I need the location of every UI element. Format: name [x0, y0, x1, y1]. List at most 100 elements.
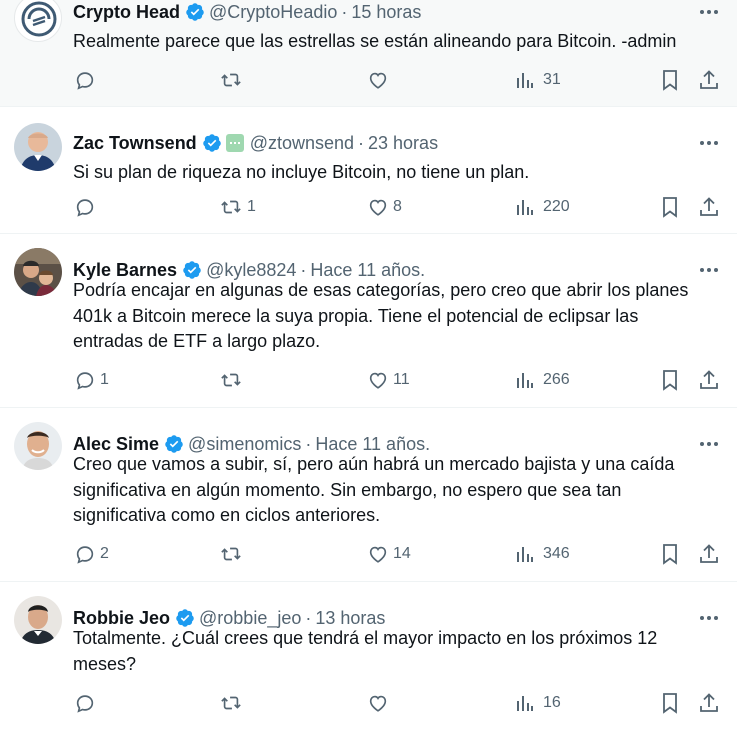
- share-button[interactable]: [698, 367, 720, 393]
- bookmark-icon: [663, 370, 677, 391]
- reply-button[interactable]: 2: [74, 541, 109, 567]
- views-chart-icon: [517, 547, 533, 562]
- more-options-icon[interactable]: [699, 133, 719, 153]
- heart-icon: [369, 695, 387, 712]
- views-chart-icon: [517, 373, 533, 388]
- tweet-text: Realmente parece que las estrellas se es…: [73, 31, 677, 51]
- views-button[interactable]: 31: [515, 67, 561, 93]
- views-button[interactable]: 346: [515, 541, 570, 567]
- kyle-photo-icon: [14, 248, 62, 296]
- reply-button[interactable]: [74, 690, 100, 716]
- retweet-count: 1: [247, 198, 256, 215]
- retweet-icon: [221, 547, 241, 561]
- tweet-text: Creo que vamos a subir, sí, pero aún hab…: [73, 454, 680, 525]
- avatar[interactable]: [14, 0, 62, 42]
- views-count: 266: [543, 371, 570, 388]
- like-button[interactable]: [367, 690, 393, 716]
- retweet-button[interactable]: [219, 541, 247, 567]
- views-button[interactable]: 266: [515, 367, 570, 393]
- reply-button[interactable]: 1: [74, 367, 109, 393]
- share-button[interactable]: [698, 67, 720, 93]
- robbie-photo-icon: [14, 596, 62, 644]
- bookmark-icon: [663, 197, 677, 218]
- tweet-text: Si su plan de riqueza no incluye Bitcoin…: [73, 162, 530, 182]
- tweet[interactable]: Zac Townsend @ztownsend · 23 horas Si su…: [0, 107, 737, 234]
- views-button[interactable]: 16: [515, 690, 561, 716]
- verified-badge-icon: [182, 260, 202, 280]
- views-count: 16: [543, 694, 561, 711]
- reply-icon: [76, 72, 94, 90]
- tweet-text: Totalmente. ¿Cuál crees que tendrá el ma…: [73, 628, 663, 674]
- share-icon: [700, 197, 718, 216]
- reply-icon: [76, 199, 94, 217]
- retweet-button[interactable]: [219, 367, 247, 393]
- like-button[interactable]: [367, 67, 393, 93]
- timestamp[interactable]: 23 horas: [368, 133, 438, 154]
- tweet[interactable]: Crypto Head @CryptoHeadio · 15 horas Rea…: [0, 0, 737, 107]
- share-icon: [700, 370, 718, 389]
- reply-button[interactable]: [74, 194, 100, 220]
- verified-badge-icon: [175, 608, 195, 628]
- retweet-icon: [221, 73, 241, 87]
- verified-badge-icon: [202, 133, 222, 153]
- views-count: 346: [543, 545, 570, 562]
- bookmark-button[interactable]: [660, 67, 680, 93]
- retweet-button[interactable]: [219, 67, 247, 93]
- reply-count: 1: [100, 371, 109, 388]
- share-button[interactable]: [698, 194, 720, 220]
- reply-count: 2: [100, 545, 109, 562]
- author-name[interactable]: Zac Townsend: [73, 133, 197, 154]
- separator-dot: ·: [341, 1, 348, 22]
- heart-icon: [369, 199, 387, 216]
- views-button[interactable]: 220: [515, 194, 570, 220]
- bookmark-icon: [663, 544, 677, 565]
- timestamp[interactable]: 15 horas: [351, 2, 421, 23]
- avatar[interactable]: [14, 596, 62, 644]
- heart-icon: [369, 546, 387, 563]
- crypto-head-logo-icon: [21, 1, 57, 37]
- tweet-text: Podría encajar en algunas de esas catego…: [73, 280, 694, 351]
- tweet[interactable]: Robbie Jeo @robbie_jeo · 13 horas Totalm…: [0, 582, 737, 729]
- bookmark-button[interactable]: [660, 541, 680, 567]
- share-icon: [700, 693, 718, 712]
- author-name[interactable]: Crypto Head: [73, 2, 180, 23]
- like-count: 11: [393, 371, 410, 388]
- like-count: 14: [393, 545, 411, 562]
- retweet-icon: [221, 200, 241, 214]
- more-options-icon[interactable]: [699, 260, 719, 280]
- heart-icon: [369, 372, 387, 389]
- views-chart-icon: [517, 73, 533, 88]
- verified-badge-icon: [164, 434, 184, 454]
- avatar[interactable]: [14, 248, 62, 296]
- like-button[interactable]: 14: [367, 541, 411, 567]
- more-options-icon[interactable]: [699, 2, 719, 22]
- share-button[interactable]: [698, 541, 720, 567]
- separator-dot: ·: [358, 132, 365, 153]
- bookmark-button[interactable]: [660, 690, 680, 716]
- author-handle[interactable]: @ztownsend: [250, 133, 354, 154]
- views-chart-icon: [517, 696, 533, 711]
- retweet-button[interactable]: 1: [219, 194, 256, 220]
- reply-button[interactable]: [74, 67, 100, 93]
- affiliate-badge-icon[interactable]: [225, 134, 244, 152]
- avatar[interactable]: [14, 123, 62, 171]
- more-options-icon[interactable]: [699, 608, 719, 628]
- bookmark-button[interactable]: [660, 367, 680, 393]
- avatar[interactable]: [14, 422, 62, 470]
- bookmark-icon: [663, 70, 677, 91]
- heart-icon: [369, 72, 387, 89]
- retweet-icon: [221, 696, 241, 710]
- tweet[interactable]: Alec Sime @simenomics · Hace 11 años. Cr…: [0, 408, 737, 582]
- views-count: 31: [543, 71, 561, 88]
- retweet-button[interactable]: [219, 690, 247, 716]
- reply-icon: [76, 546, 94, 564]
- reply-icon: [76, 695, 94, 713]
- share-button[interactable]: [698, 690, 720, 716]
- more-options-icon[interactable]: [699, 434, 719, 454]
- bookmark-button[interactable]: [660, 194, 680, 220]
- views-count: 220: [543, 198, 570, 215]
- author-handle[interactable]: @CryptoHeadio: [209, 2, 337, 23]
- tweet[interactable]: Kyle Barnes @kyle8824 · Hace 11 años. Po…: [0, 234, 737, 408]
- like-button[interactable]: 8: [367, 194, 402, 220]
- like-button[interactable]: 11: [367, 367, 410, 393]
